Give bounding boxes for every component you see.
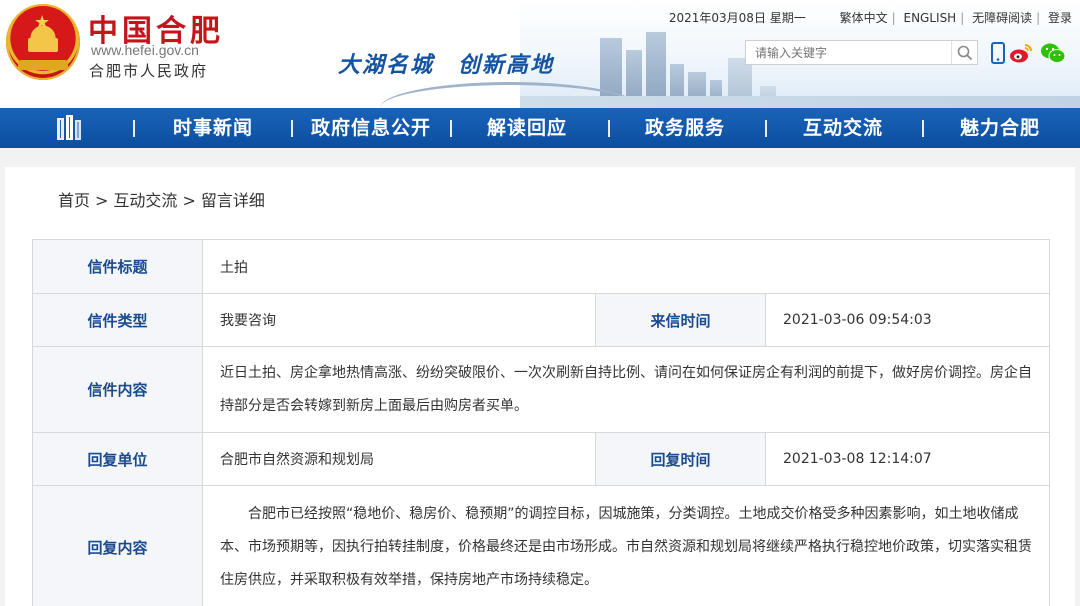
reply-content-label: 回复内容 <box>33 486 203 606</box>
home-building-icon[interactable] <box>55 114 83 142</box>
nav-divider <box>133 120 135 137</box>
table-row: 信件内容 近日土拍、房企拿地热情高涨、纷纷突破限价、一次次刷新自持比例、请问在如… <box>33 346 1049 432</box>
slogan: 大湖名城 创新高地 <box>338 52 555 78</box>
nav-item-interaction[interactable]: 互动交流 <box>790 108 896 148</box>
reply-time-label: 回复时间 <box>595 433 766 485</box>
breadcrumb-current: 留言详细 <box>200 191 265 210</box>
weibo-button[interactable] <box>1008 40 1034 66</box>
main-navigation: 时事新闻 政府信息公开 解读回应 政务服务 互动交流 魅力合肥 <box>0 108 1080 148</box>
sent-time-label: 来信时间 <box>595 294 766 346</box>
letter-type-label: 信件类型 <box>33 294 203 346</box>
reply-unit-value: 合肥市自然资源和规划局 <box>220 452 374 468</box>
weibo-icon <box>1010 44 1032 63</box>
search-button[interactable] <box>951 41 977 64</box>
breadcrumb-home[interactable]: 首页 <box>58 191 90 210</box>
nav-divider <box>922 120 924 137</box>
national-emblem-logo[interactable]: ★ <box>6 4 80 80</box>
accessibility-link[interactable]: 无障碍阅读 <box>972 9 1032 26</box>
nav-divider <box>608 120 610 137</box>
search-input[interactable] <box>746 41 946 64</box>
wechat-button[interactable] <box>1040 40 1066 66</box>
breadcrumb-interaction[interactable]: 互动交流 <box>113 191 177 210</box>
nav-item-gov-services[interactable]: 政务服务 <box>632 108 738 148</box>
letter-content-value: 近日土拍、房企拿地热情高涨、纷纷突破限价、一次次刷新自持比例、请问在如何保证房企… <box>220 364 1032 414</box>
breadcrumb-separator: > <box>95 191 109 210</box>
letter-detail-table: 信件标题 土拍 信件类型 我要咨询 来信时间 2021-03-06 09:54:… <box>32 239 1050 606</box>
search-icon <box>957 45 972 60</box>
english-link[interactable]: ENGLISH <box>903 11 956 25</box>
current-date: 2021年03月08日 星期一 <box>668 11 806 25</box>
letter-title-value: 土拍 <box>220 259 248 276</box>
lake-image <box>520 96 1080 108</box>
reply-time-value: 2021-03-08 12:14:07 <box>783 451 932 467</box>
site-header: ★ 中国合肥 www.hefei.gov.cn 合肥市人民政府 大湖名城 创新高… <box>0 0 1080 108</box>
table-row: 回复内容 合肥市已经按照“稳地价、稳房价、稳预期”的调控目标，因城施策，分类调控… <box>33 485 1049 606</box>
letter-type-value: 我要咨询 <box>220 313 276 329</box>
table-row: 信件类型 我要咨询 来信时间 2021-03-06 09:54:03 <box>33 293 1049 346</box>
nav-divider <box>291 120 293 137</box>
nav-divider <box>450 120 452 137</box>
login-link[interactable]: 登录 <box>1048 9 1072 26</box>
reply-unit-label: 回复单位 <box>33 433 203 485</box>
site-subtitle: 合肥市人民政府 <box>89 62 209 80</box>
nav-item-gov-info-disclosure[interactable]: 政府信息公开 <box>300 108 442 148</box>
top-links-bar: 2021年03月08日 星期一 繁体中文 | ENGLISH | 无障碍阅读 | 登录 <box>668 9 1072 26</box>
table-row: 回复单位 合肥市自然资源和规划局 回复时间 2021-03-08 12:14:0… <box>33 432 1049 485</box>
site-url: www.hefei.gov.cn <box>91 42 199 58</box>
reply-content-value: 合肥市已经按照“稳地价、稳房价、稳预期”的调控目标，因城施策，分类调控。土地成交… <box>220 506 1032 588</box>
breadcrumb-separator: > <box>182 191 196 210</box>
nav-item-interpretation[interactable]: 解读回应 <box>474 108 580 148</box>
sent-time-value: 2021-03-06 09:54:03 <box>783 312 932 328</box>
letter-content-label: 信件内容 <box>33 347 203 432</box>
traditional-chinese-link[interactable]: 繁体中文 <box>840 9 888 26</box>
breadcrumb: 首页 > 互动交流 > 留言详细 <box>58 187 270 211</box>
letter-title-label: 信件标题 <box>33 240 203 293</box>
nav-item-current-news[interactable]: 时事新闻 <box>160 108 266 148</box>
mobile-phone-icon <box>991 42 1005 64</box>
wechat-icon <box>1041 43 1066 63</box>
nav-item-charm-hefei[interactable]: 魅力合肥 <box>947 108 1053 148</box>
nav-divider <box>765 120 767 137</box>
table-row: 信件标题 土拍 <box>33 240 1049 293</box>
search-box <box>745 40 978 65</box>
